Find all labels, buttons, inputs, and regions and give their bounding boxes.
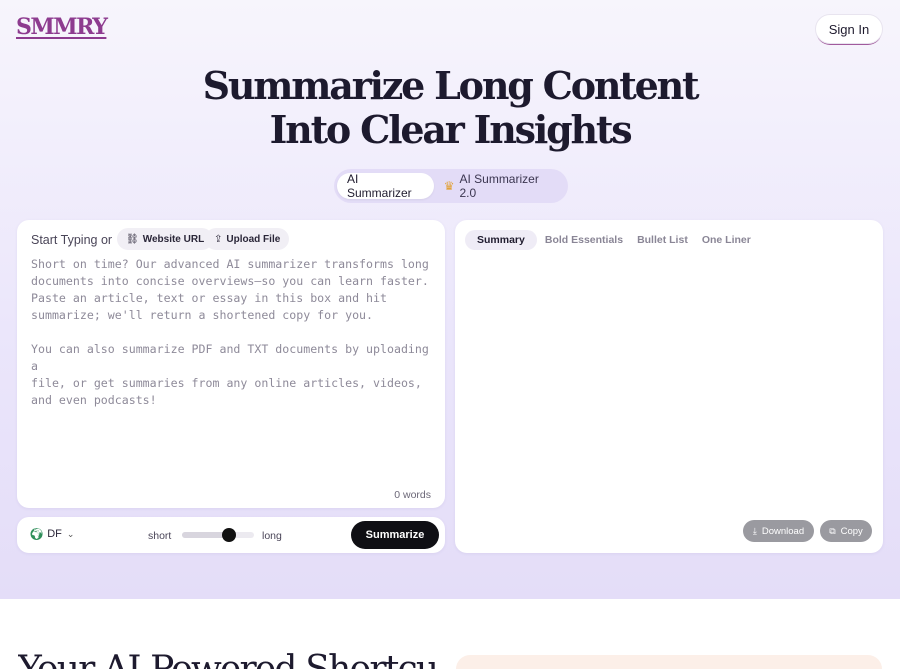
tab-one-liner[interactable]: One Liner <box>696 230 757 250</box>
website-url-label: Website URL <box>142 233 205 245</box>
length-slider[interactable] <box>182 528 254 542</box>
language-value: DF <box>47 528 62 540</box>
website-url-button[interactable]: ⛓ Website URL <box>117 228 214 250</box>
tab-bold-essentials[interactable]: Bold Essentials <box>539 230 629 250</box>
input-panel: Start Typing or ⛓ Website URL ⇪ Upload F… <box>17 220 445 508</box>
length-long-label: long <box>262 530 282 542</box>
page-title: Summarize Long Content Into Clear Insigh… <box>0 64 900 152</box>
globe-icon: 🌍︎ <box>29 527 45 541</box>
mode-ai-summarizer[interactable]: AI Summarizer <box>337 172 434 200</box>
crown-icon: ♛ <box>443 179 455 193</box>
mode-ai-summarizer-2[interactable]: ♛ AI Summarizer 2.0 <box>434 172 565 200</box>
download-button[interactable]: ⤓ Download <box>743 520 814 542</box>
download-label: Download <box>761 525 805 537</box>
summarize-button[interactable]: Summarize <box>351 521 439 549</box>
mode-label: AI Summarizer 2.0 <box>459 172 539 200</box>
tab-summary[interactable]: Summary <box>465 230 537 250</box>
link-icon: ⛓ <box>126 233 139 245</box>
length-short-label: short <box>148 530 172 542</box>
start-typing-label: Start Typing or <box>31 233 113 247</box>
language-select[interactable]: 🌍︎ DF ⌄ <box>29 527 74 541</box>
title-line-2-prefix: Into <box>269 107 361 152</box>
sign-in-button[interactable]: Sign In <box>815 14 883 44</box>
logo[interactable]: SMMRY <box>16 14 108 40</box>
word-count: 0 words <box>394 489 431 501</box>
copy-button[interactable]: ⧉ Copy <box>820 520 872 542</box>
text-input-area[interactable]: Short on time? Our advanced AI summarize… <box>31 256 433 476</box>
section-title: Your AI-Powered Shortcut <box>18 650 438 669</box>
summarizer-mode-toggle: AI Summarizer ♛ AI Summarizer 2.0 <box>334 169 568 203</box>
length-slider-handle[interactable] <box>221 528 236 542</box>
upload-icon: ⇪ <box>214 233 223 245</box>
output-format-tabs: Summary Bold Essentials Bullet List One … <box>465 230 759 250</box>
upload-file-button[interactable]: ⇪ Upload File <box>205 228 290 250</box>
download-icon: ⤓ <box>752 525 757 536</box>
title-line-2-emphasis: Clear Insights <box>360 107 633 152</box>
feature-card <box>456 655 882 669</box>
output-panel: Summary Bold Essentials Bullet List One … <box>455 220 883 553</box>
copy-label: Copy <box>840 525 863 537</box>
copy-icon: ⧉ <box>829 525 836 536</box>
upload-file-label: Upload File <box>226 233 281 245</box>
title-line-1: Summarize Long Content <box>202 63 700 108</box>
mode-label: AI Summarizer <box>347 172 412 200</box>
chevron-down-icon: ⌄ <box>66 528 75 539</box>
tab-bullet-list[interactable]: Bullet List <box>631 230 694 250</box>
control-bar: 🌍︎ DF ⌄ short long Summarize <box>17 517 445 553</box>
